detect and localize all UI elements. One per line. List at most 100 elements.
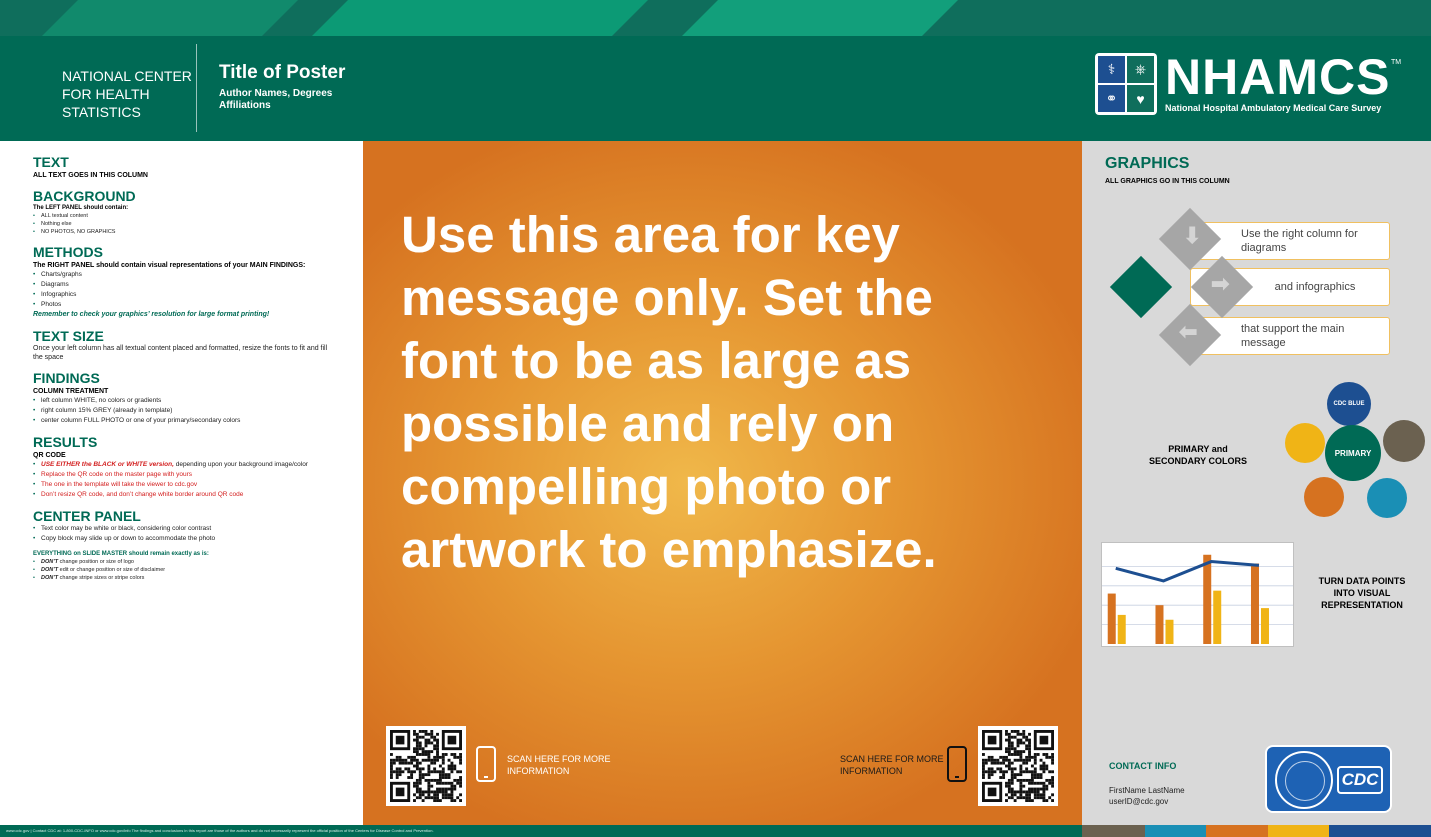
results-emphasis: USE EITHER the BLACK or WHITE version,	[41, 461, 174, 468]
list-item: right column 15% GREY (already in templa…	[33, 406, 363, 416]
text-size-body: Once your left column has all textual co…	[33, 345, 328, 361]
emph: DON’T	[41, 575, 59, 581]
section-heading-text: TEXT	[33, 154, 69, 170]
list-item: Diagrams	[33, 280, 363, 290]
section-heading-center-panel: CENTER PANEL	[33, 508, 141, 524]
color-circle-secondary	[1285, 423, 1325, 463]
rest: edit or change position or size of discl…	[58, 567, 166, 573]
footer-stripe	[1206, 825, 1268, 837]
chart-svg	[1102, 554, 1293, 644]
footer-stripe	[1268, 825, 1329, 837]
center-panel-list: Text color may be white or black, consid…	[33, 524, 363, 544]
list-item: Nothing else	[33, 220, 363, 228]
qr-code-white[interactable]	[386, 726, 466, 806]
logo-wordmark: NHAMCS	[1165, 49, 1391, 105]
chart-label: TURN DATA POINTS INTO VISUAL REPRESENTAT…	[1318, 576, 1406, 610]
section-sub-text: ALL TEXT GOES IN THIS COLUMN	[33, 172, 148, 179]
section-heading-methods: METHODS	[33, 244, 103, 260]
hospital-bed-icon: ⚕	[1098, 56, 1125, 83]
cdc-logo: CDC	[1265, 745, 1392, 813]
list-item: DON’T edit or change position or size of…	[33, 566, 363, 574]
qr-code-black[interactable]	[978, 726, 1058, 806]
list-item: Don’t resize QR code, and don’t change w…	[33, 490, 363, 500]
arrow-right-icon: ➡	[1211, 271, 1230, 296]
poster-footer: www.cdc.gov | Contact CDC at: 1-800-CDC-…	[0, 825, 1431, 837]
chart-bar	[1203, 554, 1212, 644]
graphics-heading: GRAPHICS	[1105, 155, 1190, 172]
list-item: The one in the template will take the vi…	[33, 480, 363, 490]
chart-bar	[1250, 563, 1259, 644]
list-item: DON’T change stripe sizes or stripe colo…	[33, 574, 363, 582]
right-graphics-column: GRAPHICS ALL GRAPHICS GO IN THIS COLUMN …	[1082, 141, 1431, 825]
stripe-band	[312, 0, 648, 36]
cdc-wordmark: CDC	[1337, 766, 1383, 794]
contact-name[interactable]: FirstName LastName	[1109, 786, 1185, 795]
emph: DON’T	[41, 567, 59, 573]
stethoscope-icon: ⚭	[1098, 85, 1125, 112]
section-heading-results: RESULTS	[33, 434, 98, 450]
list-item: USE EITHER the BLACK or WHITE version, d…	[33, 460, 333, 470]
poster-authors[interactable]: Author Names, Degrees Affiliations	[219, 88, 359, 112]
footer-stripe	[1145, 825, 1206, 837]
list-item: ALL textual content	[33, 212, 363, 220]
arrow-left-icon: ⬅	[1179, 319, 1198, 344]
logo-subtitle: National Hospital Ambulatory Medical Car…	[1165, 103, 1382, 113]
hhs-seal-icon	[1275, 751, 1333, 809]
scan-text-right: SCAN HERE FOR MORE INFORMATION	[840, 754, 944, 776]
list-item: DON’T change position or size of logo	[33, 558, 363, 566]
stripe-band	[682, 0, 958, 36]
colors-label: PRIMARY and SECONDARY COLORS	[1148, 444, 1247, 466]
methods-reminder: Remember to check your graphics’ resolut…	[33, 311, 270, 318]
list-item: Charts/graphs	[33, 270, 363, 280]
poster-title[interactable]: Title of Poster	[219, 62, 345, 84]
color-circle-primary: PRIMARY	[1325, 425, 1381, 481]
results-rest: depending upon your background image/col…	[173, 461, 308, 468]
header-divider	[196, 44, 197, 132]
section-heading-background: BACKGROUND	[33, 188, 136, 204]
list-item: Photos	[33, 300, 363, 310]
chart-bar	[1165, 619, 1174, 644]
color-circle-secondary	[1383, 420, 1425, 462]
logo-trademark: TM	[1391, 59, 1402, 66]
diagram-diamond	[1109, 255, 1173, 319]
slide-master-list: DON’T change position or size of logo DO…	[33, 558, 363, 582]
key-message[interactable]: Use this area for key message only. Set …	[401, 203, 1021, 581]
findings-list: left column WHITE, no colors or gradient…	[33, 396, 363, 426]
caring-hands-icon: ♥	[1127, 85, 1154, 112]
graphics-sub: ALL GRAPHICS GO IN THIS COLUMN	[1105, 178, 1230, 185]
left-text-column: TEXT ALL TEXT GOES IN THIS COLUMN BACKGR…	[0, 141, 363, 825]
chart-bar	[1213, 590, 1222, 644]
list-item: Copy block may slide up or down to accom…	[33, 534, 363, 544]
sample-chart	[1101, 542, 1294, 647]
methods-sub: The RIGHT PANEL should contain visual re…	[33, 262, 306, 269]
background-sub: The LEFT PANEL should contain:	[33, 205, 129, 211]
monitor-heartbeat-icon: ⎈	[1127, 56, 1154, 83]
list-item: Replace the QR code on the master page w…	[33, 470, 363, 480]
color-circle-secondary	[1367, 478, 1407, 518]
org-name: NATIONAL CENTER FOR HEALTH STATISTICS	[62, 68, 192, 120]
rest: change position or size of logo	[58, 559, 134, 565]
logo-tiles: ⚕ ⎈ ⚭ ♥	[1095, 53, 1157, 115]
rest: change stripe sizes or stripe colors	[58, 575, 145, 581]
footer-stripe	[1329, 825, 1431, 837]
footer-stripe	[1082, 825, 1145, 837]
results-list: USE EITHER the BLACK or WHITE version, d…	[33, 460, 363, 500]
poster-header: NATIONAL CENTER FOR HEALTH STATISTICS Ti…	[0, 36, 1431, 141]
list-item: Infographics	[33, 290, 363, 300]
center-panel: Use this area for key message only. Set …	[363, 141, 1082, 825]
chart-bar	[1155, 605, 1164, 644]
list-item: center column FULL PHOTO or one of your …	[33, 416, 363, 426]
chart-line	[1115, 560, 1260, 583]
chart-bar	[1117, 614, 1126, 644]
nhamcs-logo: ⚕ ⎈ ⚭ ♥ NHAMCS TM National Hospital Ambu…	[1095, 49, 1415, 123]
stripe-band	[42, 0, 298, 36]
contact-heading: CONTACT INFO	[1109, 761, 1177, 771]
section-heading-findings: FINDINGS	[33, 370, 100, 386]
contact-email[interactable]: userID@cdc.gov	[1109, 797, 1168, 806]
results-sub: QR CODE	[33, 452, 66, 459]
color-circle-cdc-blue: CDC BLUE	[1327, 382, 1371, 426]
emph: DON’T	[41, 559, 59, 565]
slide-master-heading: EVERYTHING on SLIDE MASTER should remain…	[33, 551, 209, 557]
list-item: left column WHITE, no colors or gradient…	[33, 396, 363, 406]
phone-icon	[947, 746, 967, 782]
